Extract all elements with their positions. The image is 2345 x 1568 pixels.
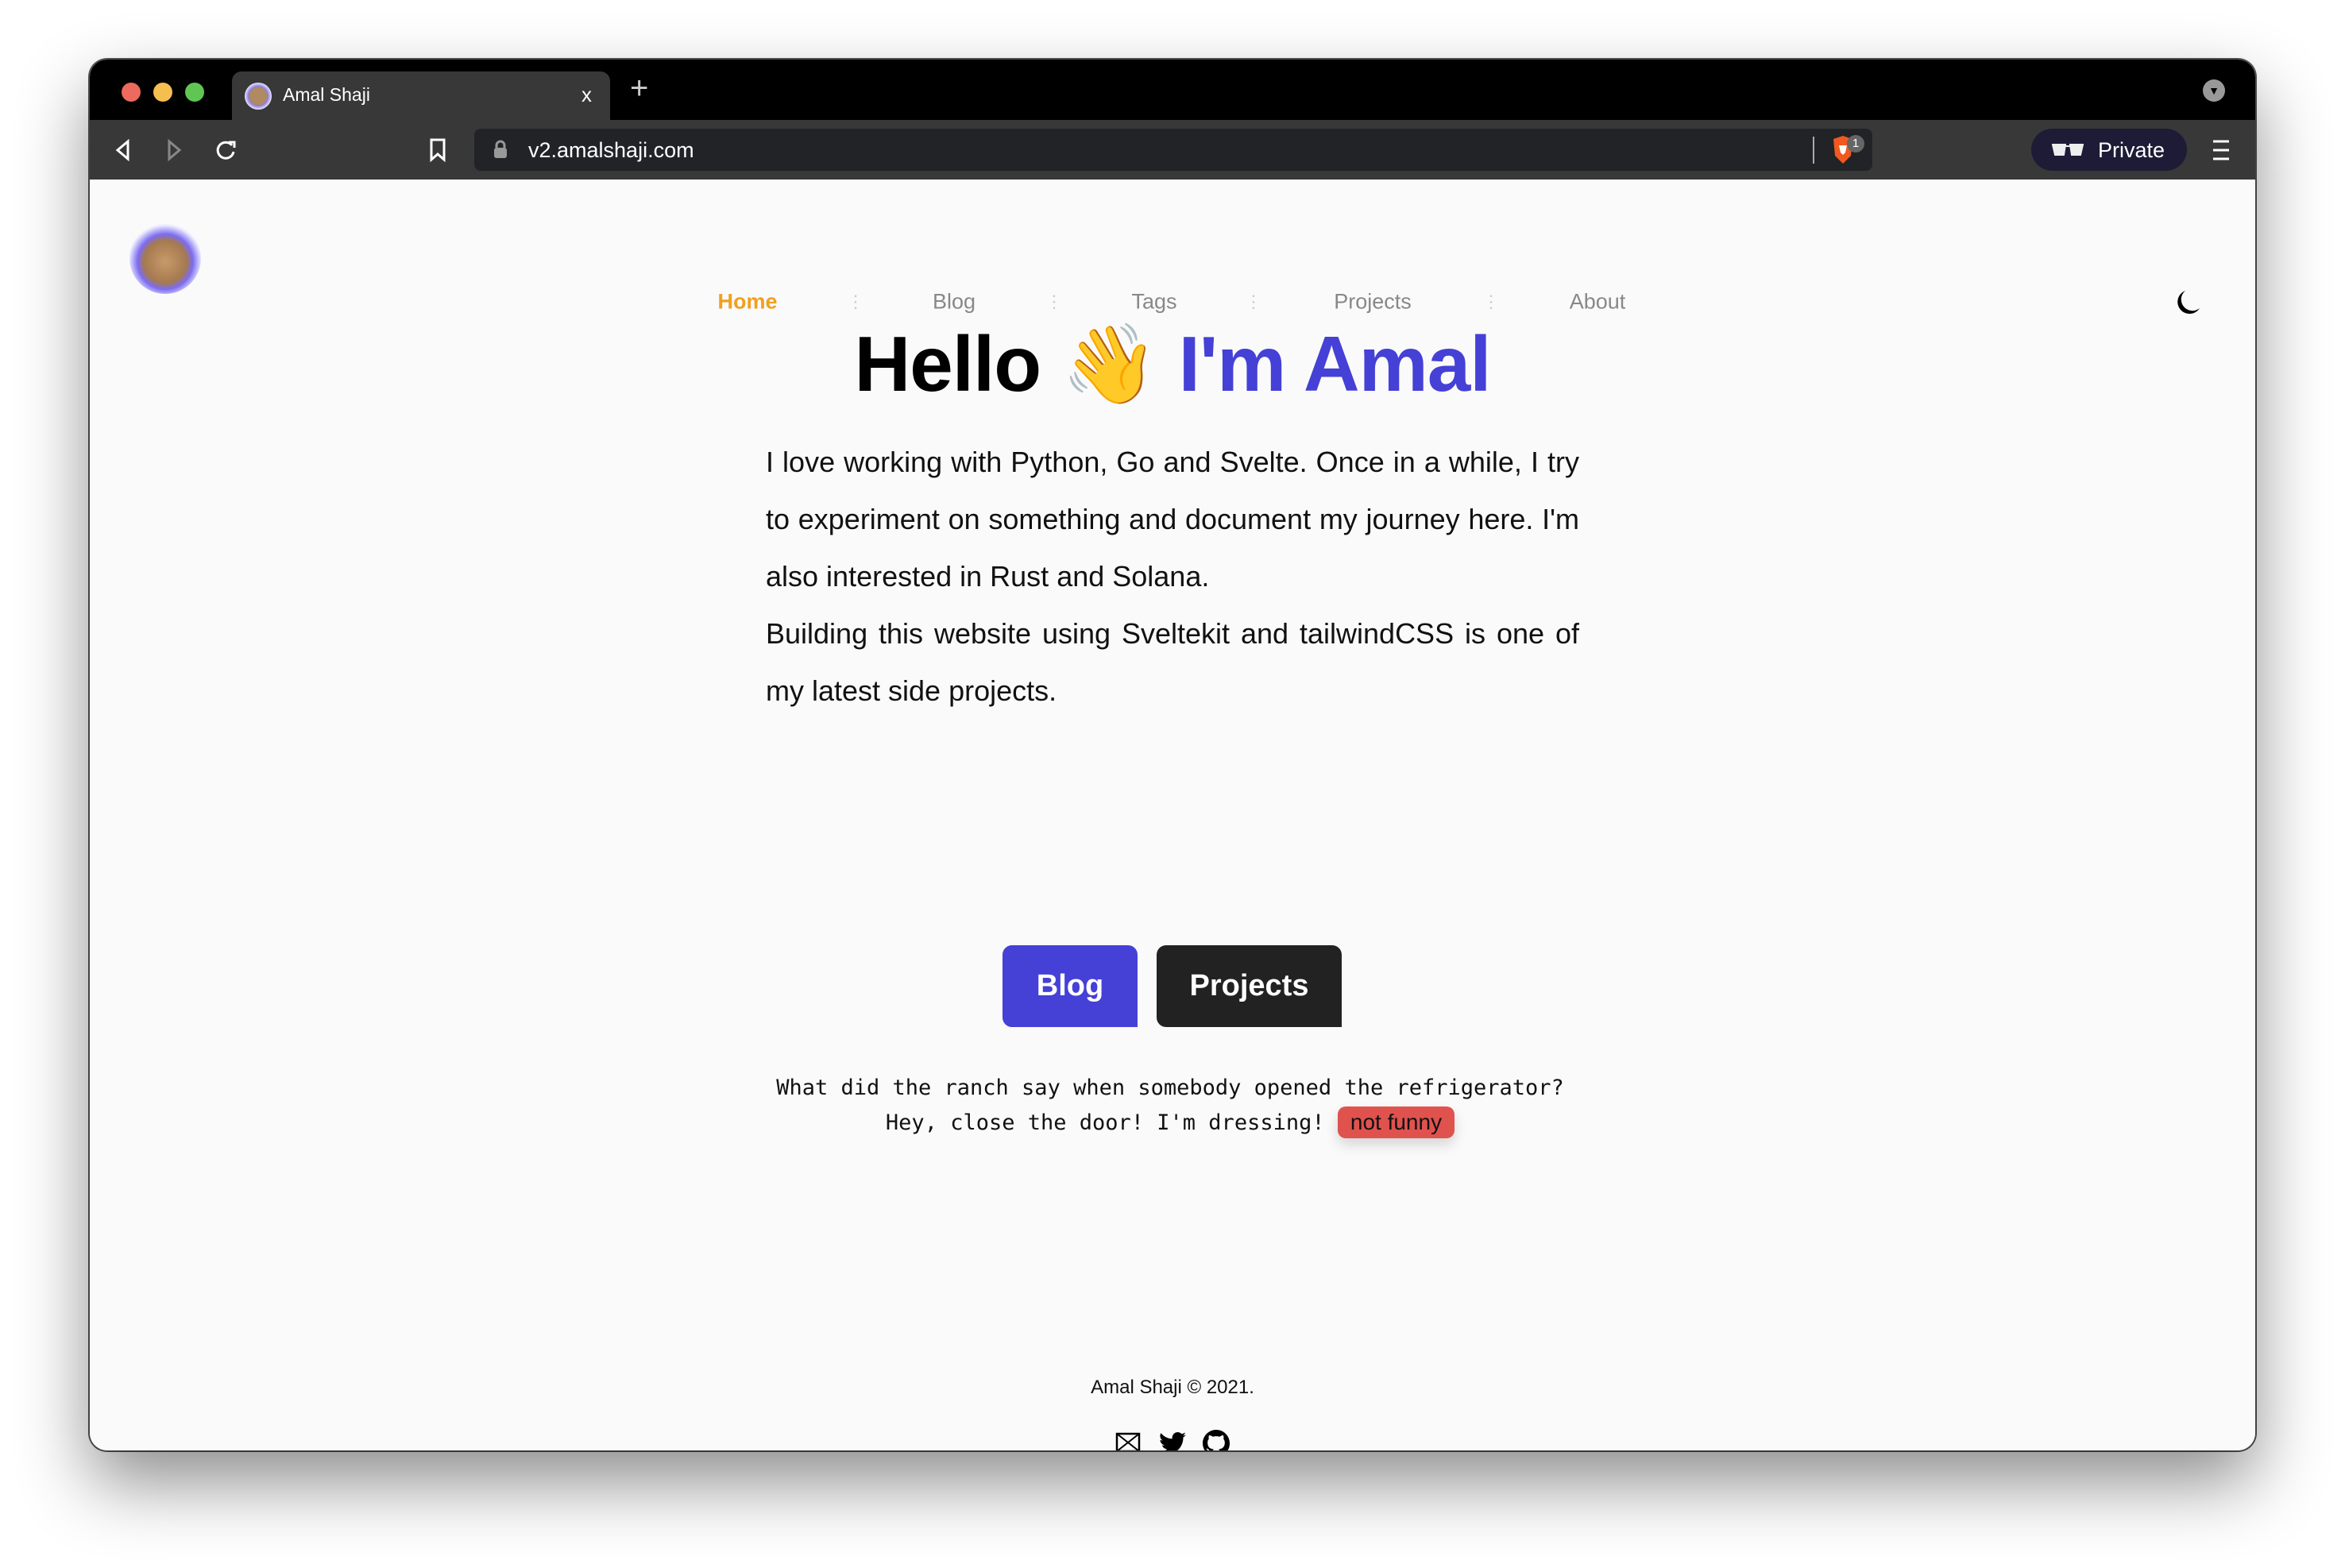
tab-favicon — [245, 83, 272, 110]
url-text: v2.amalshaji.com — [528, 138, 694, 162]
intro-text: I love working with Python, Go and Svelt… — [766, 434, 1579, 720]
dark-mode-moon-icon[interactable] — [2174, 289, 2201, 316]
back-icon[interactable] — [114, 139, 133, 161]
tab-list-dropdown-icon[interactable]: ▼ — [2203, 79, 2225, 102]
github-icon[interactable] — [1203, 1430, 1230, 1450]
browser-window: Amal Shaji x + ▼ v2.amalshaji.com 1 Priv… — [90, 60, 2255, 1450]
private-window-badge[interactable]: Private — [2031, 129, 2187, 171]
web-page: Home ⋮ Blog ⋮ Tags ⋮ Projects ⋮ About He… — [90, 180, 2255, 1450]
private-label: Private — [2098, 138, 2165, 162]
site-logo-avatar[interactable] — [129, 222, 201, 294]
wave-emoji-icon: 👋 — [1061, 320, 1158, 407]
nav-projects[interactable]: Projects — [1334, 290, 1412, 315]
hello-text: Hello — [854, 320, 1042, 407]
not-funny-button[interactable]: not funny — [1337, 1106, 1455, 1138]
forward-icon[interactable] — [164, 139, 184, 161]
new-tab-button[interactable]: + — [630, 71, 648, 106]
blog-button[interactable]: Blog — [1003, 945, 1138, 1027]
maximize-window-button[interactable] — [185, 83, 204, 102]
tab-close-icon[interactable]: x — [581, 83, 592, 107]
browser-toolbar: v2.amalshaji.com 1 Private — [90, 120, 2255, 180]
nav-about[interactable]: About — [1570, 290, 1626, 315]
nav-separator: ⋮ — [1482, 292, 1500, 311]
nav-blog[interactable]: Blog — [933, 290, 975, 315]
twitter-icon[interactable] — [1159, 1431, 1186, 1450]
divider — [1813, 137, 1814, 164]
shields-count-badge: 1 — [1847, 135, 1864, 153]
nav-tags[interactable]: Tags — [1131, 290, 1176, 315]
reload-icon[interactable] — [213, 137, 238, 163]
nav-separator: ⋮ — [1245, 292, 1262, 311]
tab-bar: Amal Shaji x + ▼ — [90, 60, 2255, 120]
email-icon[interactable] — [1115, 1432, 1141, 1450]
name-text: I'm Amal — [1178, 320, 1492, 407]
nav-home[interactable]: Home — [717, 290, 777, 315]
nav-separator: ⋮ — [847, 292, 864, 311]
private-glasses-icon — [2052, 144, 2084, 156]
projects-button[interactable]: Projects — [1157, 945, 1342, 1027]
intro-paragraph-2: Building this website using Sveltekit an… — [766, 617, 1579, 707]
hero-heading: Hello 👋 I'm Amal — [90, 319, 2255, 410]
nav-separator: ⋮ — [1045, 292, 1063, 311]
browser-tab[interactable]: Amal Shaji x — [232, 71, 610, 120]
lock-icon — [494, 140, 507, 158]
bookmark-icon[interactable] — [428, 137, 447, 163]
joke: What did the ranch say when somebody ope… — [773, 1071, 1567, 1141]
footer-copyright: Amal Shaji © 2021. — [1091, 1377, 1254, 1398]
minimize-window-button[interactable] — [153, 83, 172, 102]
tab-title: Amal Shaji — [283, 84, 370, 105]
close-window-button[interactable] — [122, 83, 141, 102]
address-bar[interactable]: v2.amalshaji.com 1 — [474, 129, 1872, 171]
intro-paragraph-1: I love working with Python, Go and Svelt… — [766, 446, 1579, 593]
menu-icon[interactable] — [2212, 139, 2230, 161]
